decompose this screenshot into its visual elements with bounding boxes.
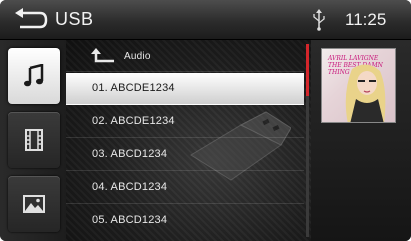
track-row[interactable]: 03. ABCD1234	[66, 139, 304, 171]
back-arrow-icon	[15, 8, 48, 29]
folder-name: Audio	[124, 51, 151, 62]
album-art[interactable]: AVRIL LAVIGNE THE BEST DAMN THING	[321, 48, 396, 123]
music-note-icon	[24, 64, 44, 87]
usb-player-screen: USB 11:25 Audio 01. ABCDE1234 02. ABCDE1…	[0, 0, 411, 241]
film-icon	[25, 129, 43, 151]
now-playing-panel: AVRIL LAVIGNE THE BEST DAMN THING	[311, 40, 411, 241]
sidebar-item-photo[interactable]	[8, 176, 60, 232]
track-row[interactable]: 04. ABCD1234	[66, 172, 304, 204]
track-title: 05. ABCD1234	[92, 214, 168, 226]
track-title: 01. ABCDE1234	[92, 82, 175, 94]
scrollbar-thumb[interactable]	[306, 44, 309, 96]
track-title: 04. ABCD1234	[92, 181, 168, 193]
sidebar-item-video[interactable]	[8, 112, 60, 168]
folder-up-arrow-icon	[91, 48, 114, 63]
track-row[interactable]: 02. ABCDE1234	[66, 106, 304, 138]
clock: 11:25	[345, 10, 387, 29]
back-button[interactable]	[12, 8, 50, 32]
track-row[interactable]: 01. ABCDE1234	[66, 73, 304, 105]
track-title: 02. ABCDE1234	[92, 115, 175, 127]
sidebar-item-music[interactable]	[8, 48, 60, 104]
track-title: 03. ABCD1234	[92, 148, 168, 160]
usb-icon	[313, 9, 325, 31]
page-title: USB	[55, 9, 94, 29]
header-bar: USB 11:25	[0, 0, 411, 40]
album-portrait-graphic	[345, 64, 386, 122]
folder-up-row[interactable]: Audio	[66, 40, 304, 72]
track-list: Audio 01. ABCDE1234 02. ABCDE1234 03. AB…	[66, 40, 311, 241]
source-sidebar	[0, 40, 66, 241]
picture-icon	[23, 195, 45, 213]
track-row[interactable]: 05. ABCD1234	[66, 205, 304, 237]
